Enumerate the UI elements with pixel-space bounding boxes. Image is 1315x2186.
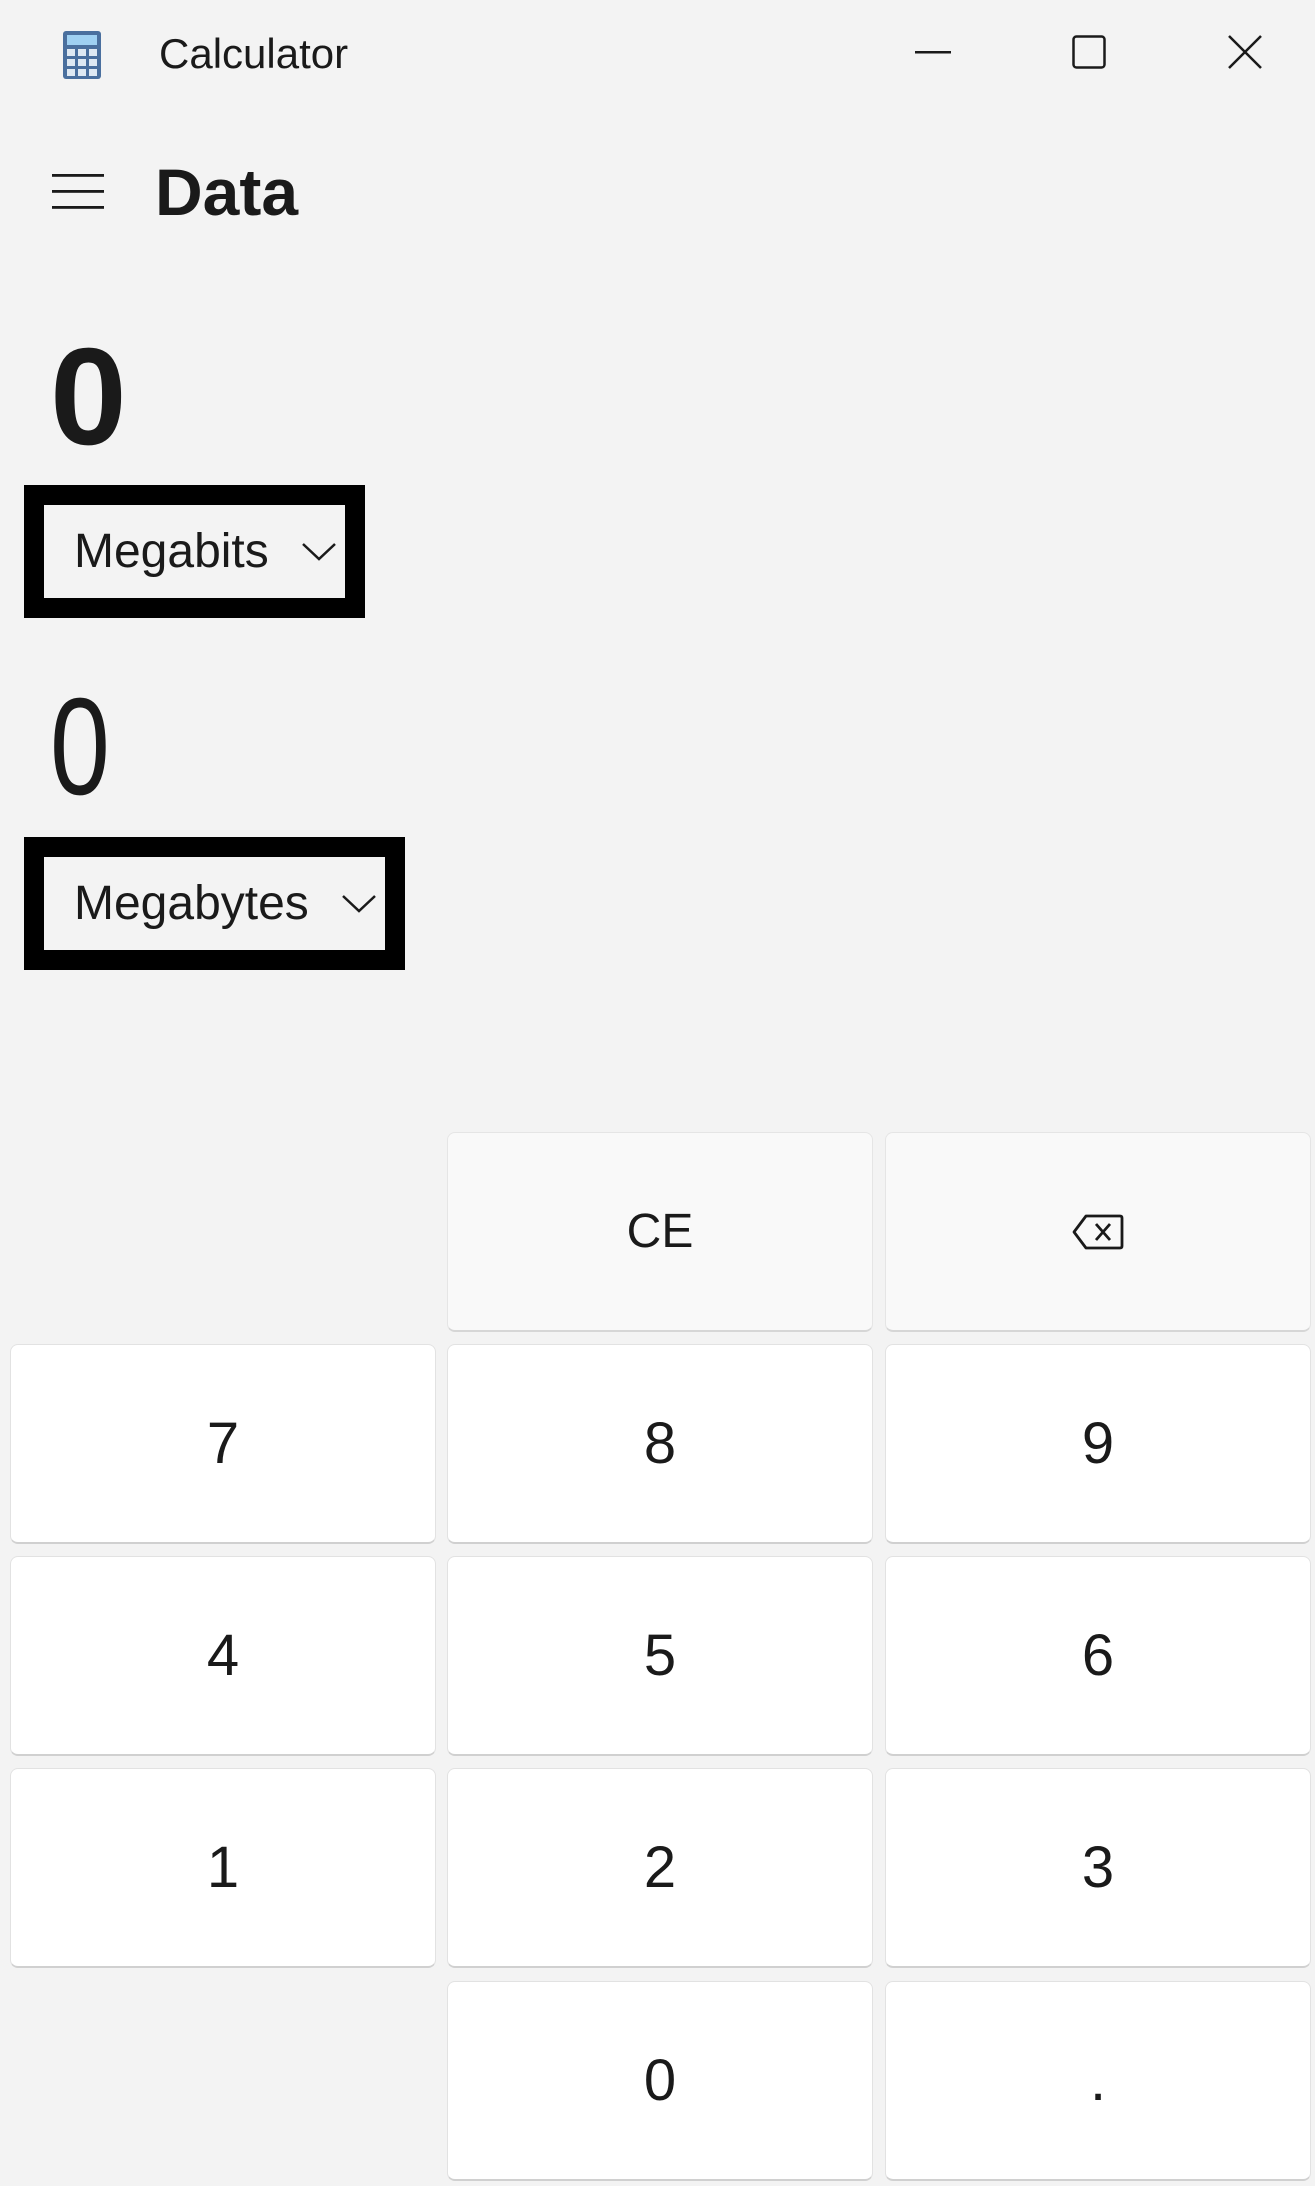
from-unit-dropdown[interactable]: Megabits (24, 485, 365, 618)
digit-9-button[interactable]: 9 (885, 1344, 1311, 1544)
decimal-point-button[interactable]: . (885, 1981, 1311, 2181)
backspace-icon (1072, 1214, 1124, 1249)
close-icon (1228, 35, 1262, 69)
to-unit-label: Megabytes (74, 876, 309, 930)
clear-entry-button[interactable]: CE (447, 1132, 873, 1332)
from-unit-label: Megabits (74, 524, 269, 578)
to-unit-dropdown[interactable]: Megabytes (24, 837, 405, 970)
backspace-button[interactable] (885, 1132, 1311, 1332)
input-value[interactable]: 0 (50, 325, 127, 470)
chevron-down-icon (341, 894, 376, 913)
digit-2-button[interactable]: 2 (447, 1768, 873, 1968)
digit-0-button[interactable]: 0 (447, 1981, 873, 2181)
digit-8-button[interactable]: 8 (447, 1344, 873, 1544)
minimize-button[interactable] (855, 0, 1011, 104)
chevron-down-icon (301, 542, 336, 561)
navigation-menu-button[interactable] (28, 150, 128, 232)
close-button[interactable] (1167, 0, 1315, 104)
digit-1-button[interactable]: 1 (10, 1768, 436, 1968)
hamburger-menu-icon (52, 174, 104, 209)
digit-6-button[interactable]: 6 (885, 1556, 1311, 1756)
mode-title: Data (155, 155, 299, 229)
digit-7-button[interactable]: 7 (10, 1344, 436, 1544)
digit-4-button[interactable]: 4 (10, 1556, 436, 1756)
app-title: Calculator (159, 30, 349, 77)
maximize-icon (1072, 35, 1106, 69)
digit-5-button[interactable]: 5 (447, 1556, 873, 1756)
maximize-button[interactable] (1011, 0, 1167, 104)
digit-3-button[interactable]: 3 (885, 1768, 1311, 1968)
minimize-icon (915, 51, 951, 54)
calculator-app-icon (62, 30, 102, 80)
output-value: 0 (50, 670, 110, 824)
